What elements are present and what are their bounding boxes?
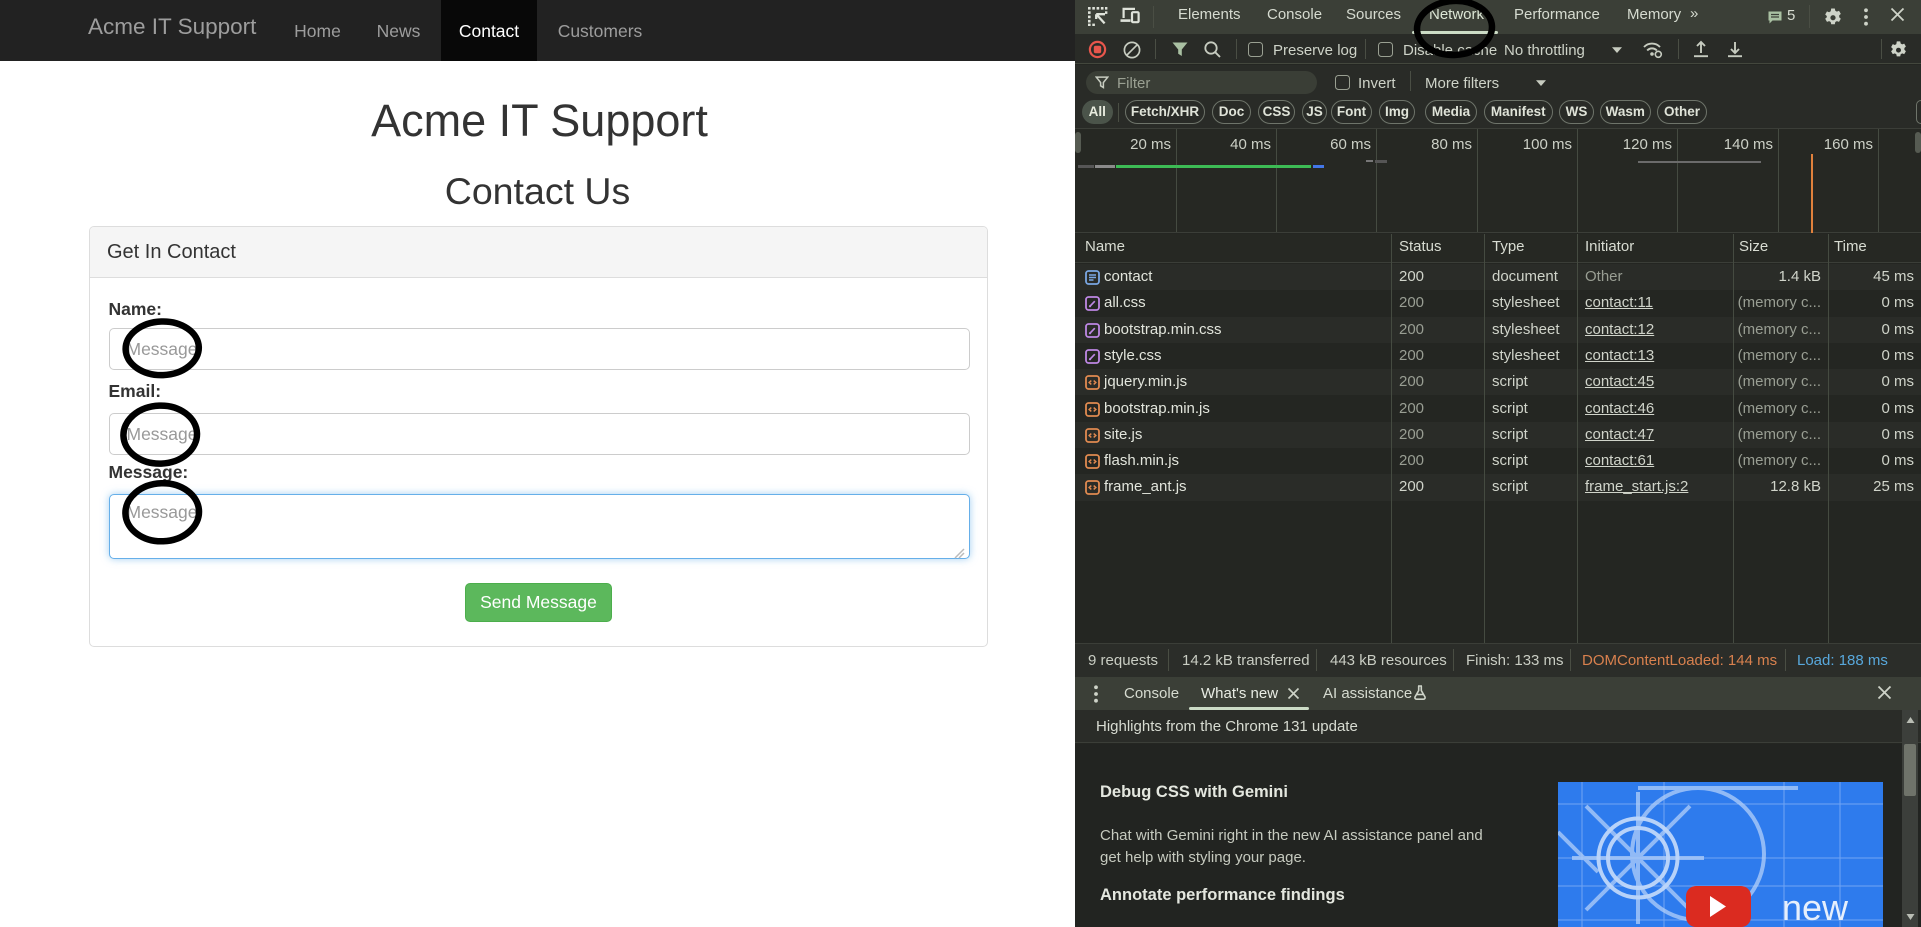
svg-text:new: new bbox=[1782, 887, 1849, 927]
